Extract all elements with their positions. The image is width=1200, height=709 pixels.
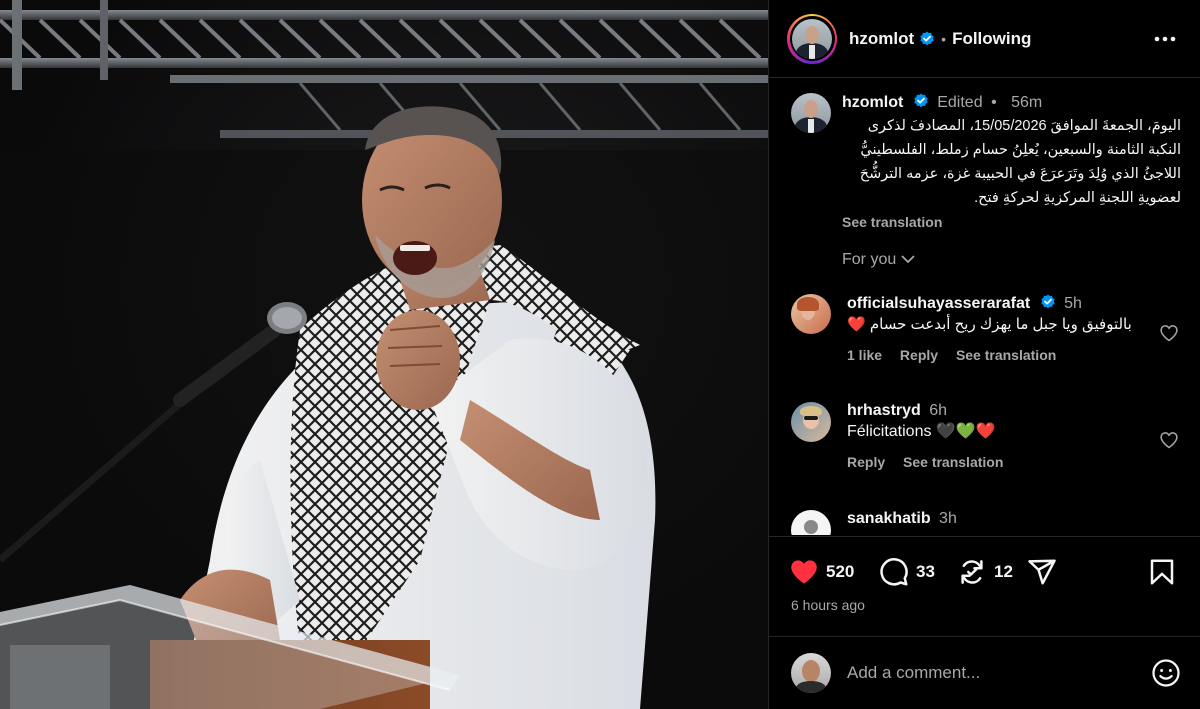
bookmark-icon[interactable] <box>1147 557 1177 587</box>
header-separator: • <box>941 30 947 47</box>
more-horizontal-icon[interactable] <box>1151 25 1179 53</box>
verified-badge-icon <box>914 93 928 108</box>
comment-username[interactable]: sanakhatib <box>847 510 931 527</box>
following-button[interactable]: Following <box>952 29 1031 49</box>
for-you-sort[interactable]: For you <box>842 251 916 269</box>
share-button[interactable] <box>1027 557 1057 587</box>
verified-badge-icon <box>1040 294 1055 309</box>
comment-item: officialsuhayasserarafat 5h بالتوفيق ويا… <box>769 294 1200 384</box>
verified-badge-icon <box>920 31 934 45</box>
comment-bubble-icon <box>880 558 908 586</box>
story-ring[interactable] <box>787 13 837 64</box>
heart-filled-icon <box>791 560 817 584</box>
edited-label: Edited <box>937 94 983 111</box>
comment-item: hrhastryd 6h Félicitations 🖤💚❤️ Reply Se… <box>769 402 1200 492</box>
comments-scroll-area[interactable]: hzomlot Edited • 56m اليومَ، الجمعةَ الم… <box>769 79 1200 535</box>
comment-text: Félicitations 🖤💚❤️ <box>847 423 996 440</box>
smiley-icon[interactable] <box>1151 658 1181 688</box>
heart-outline-icon[interactable] <box>1159 430 1179 450</box>
comment-text: بالتوفيق ويا جبل ما يهزك ريح أبدعت حسام … <box>847 316 1132 333</box>
author-avatar[interactable] <box>792 18 832 59</box>
commenter-avatar[interactable] <box>791 510 831 535</box>
add-comment-input[interactable] <box>847 659 1127 687</box>
commenter-avatar[interactable] <box>791 402 831 442</box>
send-icon <box>1028 559 1056 585</box>
post-details-panel: hzomlot • Following hzomlot Edited • 56m… <box>768 0 1200 709</box>
like-button[interactable]: 520 <box>789 557 854 587</box>
heart-outline-icon[interactable] <box>1159 323 1179 343</box>
post-timestamp[interactable]: 6 hours ago <box>791 597 865 613</box>
caption-time[interactable]: 56m <box>1011 94 1042 111</box>
repost-icon <box>961 560 983 584</box>
post-actions-bar: 520 33 12 6 hours ago <box>769 536 1200 636</box>
comment-reply-button[interactable]: Reply <box>847 454 885 470</box>
commenter-avatar[interactable] <box>791 294 831 334</box>
comment-item: sanakhatib 3h <box>769 510 1200 535</box>
comment-time[interactable]: 3h <box>939 510 957 527</box>
speaker-fist <box>376 310 460 410</box>
comment-see-translation[interactable]: See translation <box>956 347 1056 363</box>
for-you-label: For you <box>842 251 897 268</box>
viewer-avatar <box>791 653 831 693</box>
caption-author-avatar[interactable] <box>791 93 831 133</box>
post-header: hzomlot • Following <box>769 0 1200 78</box>
comment-username[interactable]: hrhastryd <box>847 402 921 419</box>
comment-username[interactable]: officialsuhayasserarafat <box>847 295 1030 312</box>
caption-separator: • <box>991 94 997 111</box>
repost-button[interactable]: 12 <box>957 557 1013 587</box>
comment-reply-button[interactable]: Reply <box>900 347 938 363</box>
caption-see-translation[interactable]: See translation <box>842 214 1181 230</box>
author-username[interactable]: hzomlot <box>849 29 914 49</box>
caption-text: اليومَ، الجمعةَ الموافقَ 15/05/2026، الم… <box>859 118 1181 206</box>
comment-time[interactable]: 6h <box>929 402 947 419</box>
comment-button[interactable]: 33 <box>879 557 935 587</box>
repost-count: 12 <box>994 562 1013 581</box>
comment-like-count[interactable]: 1 like <box>847 347 882 363</box>
comment-time[interactable]: 5h <box>1064 295 1082 312</box>
chevron-down-icon <box>901 255 915 264</box>
comment-count: 33 <box>916 562 935 581</box>
caption-username[interactable]: hzomlot <box>842 94 903 111</box>
like-count: 520 <box>826 562 855 581</box>
post-photo[interactable] <box>0 0 768 709</box>
add-comment-bar <box>769 636 1200 709</box>
comment-see-translation[interactable]: See translation <box>903 454 1003 470</box>
stage-truss <box>0 0 768 138</box>
post-image-illustration <box>0 0 768 709</box>
